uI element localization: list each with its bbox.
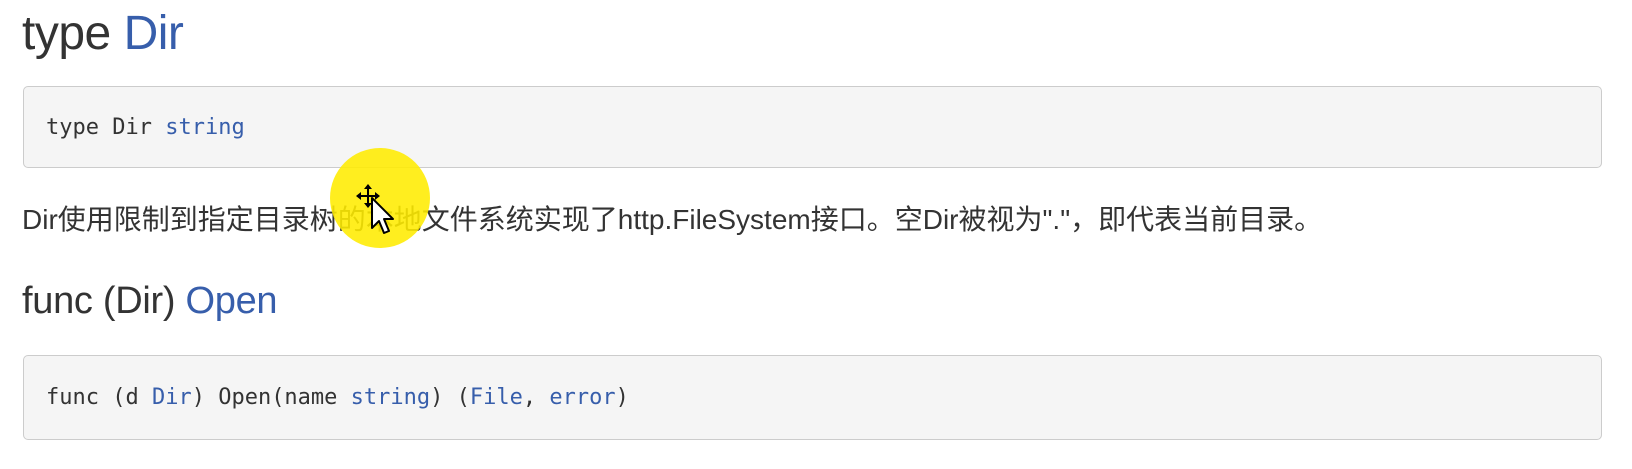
func-open-code-block: func (d Dir) Open(name string) (File, er…: [23, 355, 1602, 440]
code-string-type[interactable]: string: [165, 115, 244, 140]
type-dir-heading: type Dir: [22, 7, 184, 60]
code-func-part-5: ): [615, 385, 629, 410]
type-dir-code-block: type Dir string: [23, 86, 1602, 168]
code-func-part-2: ) Open(name: [191, 385, 351, 410]
dir-description: Dir使用限制到指定目录树的本地文件系统实现了http.FileSystem接口…: [22, 204, 1323, 235]
code-func-part-4: ,: [522, 385, 550, 410]
type-heading-prefix: type: [22, 7, 124, 60]
code-func-part-3: ) (: [430, 385, 470, 410]
code-func-part-1: func (d: [46, 385, 152, 410]
code-type-plain: type Dir: [46, 114, 166, 140]
code-error-type[interactable]: error: [549, 385, 615, 410]
dir-link[interactable]: Dir: [124, 7, 184, 60]
code-string-type-param[interactable]: string: [351, 385, 430, 410]
func-heading-prefix: func (Dir): [22, 280, 186, 322]
func-dir-open-heading: func (Dir) Open: [22, 280, 278, 322]
open-link[interactable]: Open: [186, 280, 278, 322]
code-dir-type[interactable]: Dir: [152, 385, 192, 410]
code-file-type[interactable]: File: [470, 385, 523, 410]
